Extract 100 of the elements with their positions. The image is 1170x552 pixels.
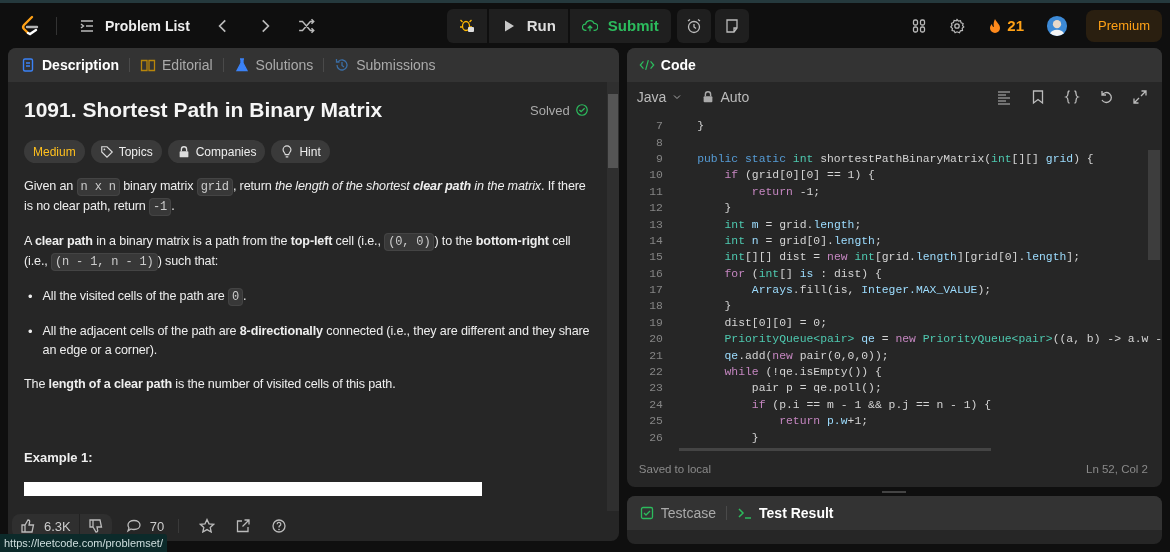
status-url: https://leetcode.com/problemset/ xyxy=(0,534,167,552)
flask-icon xyxy=(233,57,250,73)
auto-mode-button[interactable]: Auto xyxy=(701,89,750,105)
code-line: if (grid[0][0] == 1) { xyxy=(723,169,875,182)
code-line: } xyxy=(723,300,732,313)
code-line: PriorityQueue<pair> qe = new PriorityQueue<pair>((a, b) -> a.w - xyxy=(723,333,1162,346)
line-number: 15 xyxy=(648,251,663,264)
code-tab[interactable]: Code xyxy=(636,57,698,73)
comment-icon xyxy=(125,518,142,534)
line-number: 16 xyxy=(648,267,663,280)
alarm-clock-icon xyxy=(685,17,702,34)
paragraph: Given an n x n binary matrix grid , return the length of the shortest clear path in the matrix. If there is no clear path, return -1 . xyxy=(24,177,587,217)
panel-tab[interactable]: Solutions xyxy=(231,57,316,73)
line-number: 13 xyxy=(648,218,663,231)
layout-icon[interactable] xyxy=(911,17,928,34)
panel-tab[interactable]: Testcase xyxy=(636,505,719,521)
share-icon[interactable] xyxy=(235,518,252,534)
lightbulb-icon xyxy=(280,144,295,159)
panel-tab[interactable]: Editorial xyxy=(138,57,215,73)
line-number: 12 xyxy=(648,202,663,215)
code-line: while (!qe.isEmpty()) { xyxy=(723,366,882,379)
shuffle-icon[interactable] xyxy=(297,16,316,35)
panel-tab[interactable]: Submissions xyxy=(332,57,438,73)
list-icon xyxy=(79,17,95,34)
tag-button[interactable]: Hint xyxy=(271,140,330,163)
code-icon xyxy=(638,57,655,73)
comments-button[interactable]: 70 xyxy=(125,518,165,534)
cursor-position: Ln 52, Col 2 xyxy=(1086,463,1148,475)
code-line: if (p.i == m - 1 && p.j == n - 1) { xyxy=(750,398,992,411)
language-dropdown[interactable]: Java xyxy=(636,89,684,105)
line-number: 10 xyxy=(648,169,663,182)
star-icon[interactable] xyxy=(199,518,216,534)
note-icon xyxy=(723,17,740,34)
timer-button[interactable] xyxy=(676,8,711,43)
thumbs-down-icon xyxy=(87,518,104,534)
code-line: } xyxy=(696,120,704,133)
line-number: 19 xyxy=(648,316,663,329)
line-number: 25 xyxy=(648,415,663,428)
save-status: Saved to local xyxy=(638,463,712,475)
avatar-icon[interactable] xyxy=(1046,14,1068,37)
code-line: pair p = qe.poll(); xyxy=(750,382,882,395)
thumbs-up-icon xyxy=(20,518,36,534)
checkbox-icon xyxy=(638,505,655,521)
paragraph: The length of a clear path is the number of visited cells of this path. xyxy=(24,376,397,393)
submit-button[interactable]: Submit xyxy=(569,8,671,43)
tag-button[interactable]: Companies xyxy=(167,140,266,163)
streak-counter[interactable]: 21 xyxy=(987,17,1024,34)
format-icon[interactable] xyxy=(996,89,1012,105)
notes-button[interactable] xyxy=(714,8,749,43)
code-line: Arrays.fill(is, Integer.MAX_VALUE); xyxy=(750,284,992,297)
code-line: qe.add(new pair(0,0,0)); xyxy=(723,349,889,362)
code-line: return -1; xyxy=(750,185,821,198)
scrollbar[interactable] xyxy=(606,82,619,511)
line-number: 9 xyxy=(654,152,663,165)
line-number: 20 xyxy=(648,333,663,346)
problem-list-button[interactable]: Problem List xyxy=(79,17,190,34)
bullet-marker: • xyxy=(28,288,33,306)
line-number: 26 xyxy=(648,431,663,444)
list-item: All the adjacent cells of the path are 8-directionally connected (i.e., they are different and they share an edge or a corner). xyxy=(42,323,591,359)
code-line: } xyxy=(750,431,759,444)
braces-icon[interactable] xyxy=(1064,89,1080,105)
code-line: int[][] dist = new int[grid.length][grid[0].length]; xyxy=(723,251,1080,264)
line-number: 17 xyxy=(648,284,663,297)
line-number: 7 xyxy=(654,120,663,133)
code-line: public static int shortestPathBinaryMatrix(int[][] grid) { xyxy=(696,152,1094,165)
terminal-icon xyxy=(737,505,754,521)
line-number: 14 xyxy=(648,234,663,247)
help-icon[interactable] xyxy=(271,518,288,534)
line-number: 23 xyxy=(648,382,663,395)
panel-tab[interactable]: Description xyxy=(18,57,121,73)
problem-title: 1091. Shortest Path in Binary Matrix xyxy=(24,98,383,122)
code-line: } xyxy=(723,202,732,215)
line-number: 11 xyxy=(648,185,663,198)
code-line: for (int[] is : dist) { xyxy=(723,267,882,280)
undo-icon[interactable] xyxy=(1098,89,1114,105)
bullet-marker: • xyxy=(28,323,33,341)
premium-button[interactable]: Premium xyxy=(1086,9,1162,42)
debug-button[interactable] xyxy=(446,8,487,43)
panel-tab[interactable]: Test Result xyxy=(735,505,836,521)
difficulty-tag[interactable]: Medium xyxy=(24,140,85,163)
line-number: 21 xyxy=(648,349,663,362)
check-circle-icon xyxy=(574,103,589,117)
solved-status: Solved xyxy=(530,102,589,118)
tag-button[interactable]: Topics xyxy=(90,140,162,163)
line-number: 18 xyxy=(648,300,663,313)
bug-icon xyxy=(458,17,475,34)
document-icon xyxy=(20,57,36,73)
line-number: 8 xyxy=(654,136,663,149)
paragraph: A clear path in a binary matrix is a path from the top-left cell (i.e., (0, 0) ) to the bottom-right cell (i.e., (n - 1, n - 1) ) such that: xyxy=(24,232,572,272)
example-heading: Example 1: xyxy=(24,450,94,465)
history-icon xyxy=(334,57,351,73)
line-number: 24 xyxy=(648,398,663,411)
code-line: int n = grid[0].length; xyxy=(723,234,882,247)
list-item: All the visited cells of the path are 0 . xyxy=(42,287,247,307)
bookmark-icon[interactable] xyxy=(1030,89,1046,105)
cloud-upload-icon xyxy=(581,17,598,34)
settings-icon[interactable] xyxy=(949,17,966,34)
code-line: dist[0][0] = 0; xyxy=(723,316,828,329)
expand-icon[interactable] xyxy=(1132,89,1148,105)
run-button[interactable]: Run xyxy=(488,8,568,43)
